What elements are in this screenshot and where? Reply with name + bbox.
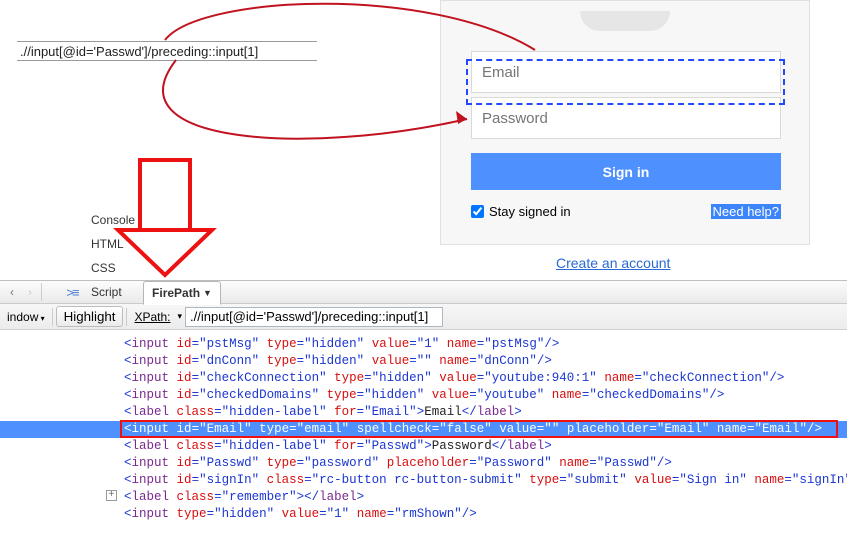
inspect-element-button[interactable] bbox=[61, 285, 83, 300]
xpath-input[interactable] bbox=[185, 307, 443, 327]
tab-firepath[interactable]: FirePath ▼ bbox=[143, 281, 221, 305]
tab-firepath-label: FirePath bbox=[152, 286, 200, 300]
tab-html[interactable]: HTML bbox=[83, 232, 143, 256]
source-line[interactable]: <label class="hidden-label" for="Passwd"… bbox=[124, 438, 847, 455]
expand-toggle[interactable]: + bbox=[106, 490, 117, 501]
xpath-result-display: .//input[@id='Passwd']/preceding::input[… bbox=[17, 41, 317, 61]
password-field[interactable] bbox=[471, 97, 781, 139]
caret-down-icon: ▼ bbox=[203, 288, 212, 298]
source-line[interactable]: <label class="hidden-label" for="Email">… bbox=[124, 404, 847, 421]
login-card: Sign in Stay signed in Need help? bbox=[440, 0, 810, 245]
source-line[interactable]: +<label class="remember"></label> bbox=[124, 489, 847, 506]
source-line[interactable]: <input id="Email" type="email" spellchec… bbox=[124, 421, 847, 438]
devtools-panel: ‹ › ConsoleHTMLCSSScriptDOMNetCookies Fi… bbox=[0, 280, 847, 529]
need-help-link[interactable]: Need help? bbox=[711, 204, 782, 219]
sign-in-button[interactable]: Sign in bbox=[471, 153, 781, 190]
source-line[interactable]: <input id="pstMsg" type="hidden" value="… bbox=[124, 336, 847, 353]
nav-back-button[interactable]: ‹ bbox=[3, 283, 21, 301]
tab-console[interactable]: Console bbox=[83, 208, 143, 232]
email-field[interactable] bbox=[471, 51, 781, 93]
devtools-tabbar: ‹ › ConsoleHTMLCSSScriptDOMNetCookies Fi… bbox=[0, 280, 847, 304]
source-line[interactable]: <input id="signIn" class="rc-button rc-b… bbox=[124, 472, 847, 489]
xpath-type-selector[interactable]: XPath: bbox=[130, 310, 174, 324]
source-line[interactable]: <input id="Passwd" type="password" place… bbox=[124, 455, 847, 472]
source-line[interactable]: <input id="checkedDomains" type="hidden"… bbox=[124, 387, 847, 404]
create-account-link[interactable]: Create an account bbox=[556, 255, 670, 271]
stay-signed-in-checkbox[interactable] bbox=[471, 205, 484, 218]
highlight-button[interactable]: Highlight bbox=[56, 306, 124, 327]
stay-signed-in-label: Stay signed in bbox=[489, 204, 571, 219]
html-source-panel[interactable]: <input id="pstMsg" type="hidden" value="… bbox=[0, 330, 847, 529]
tab-script[interactable]: Script bbox=[83, 280, 143, 304]
source-line[interactable]: <input id="dnConn" type="hidden" value="… bbox=[124, 353, 847, 370]
avatar bbox=[580, 11, 670, 31]
stay-signed-in[interactable]: Stay signed in bbox=[471, 204, 571, 219]
source-line[interactable]: <input type="hidden" value="1" name="rmS… bbox=[124, 506, 847, 523]
tab-css[interactable]: CSS bbox=[83, 256, 143, 280]
source-line[interactable]: <input id="checkConnection" type="hidden… bbox=[124, 370, 847, 387]
window-selector[interactable]: indow bbox=[3, 310, 49, 324]
nav-forward-button[interactable]: › bbox=[21, 283, 39, 301]
